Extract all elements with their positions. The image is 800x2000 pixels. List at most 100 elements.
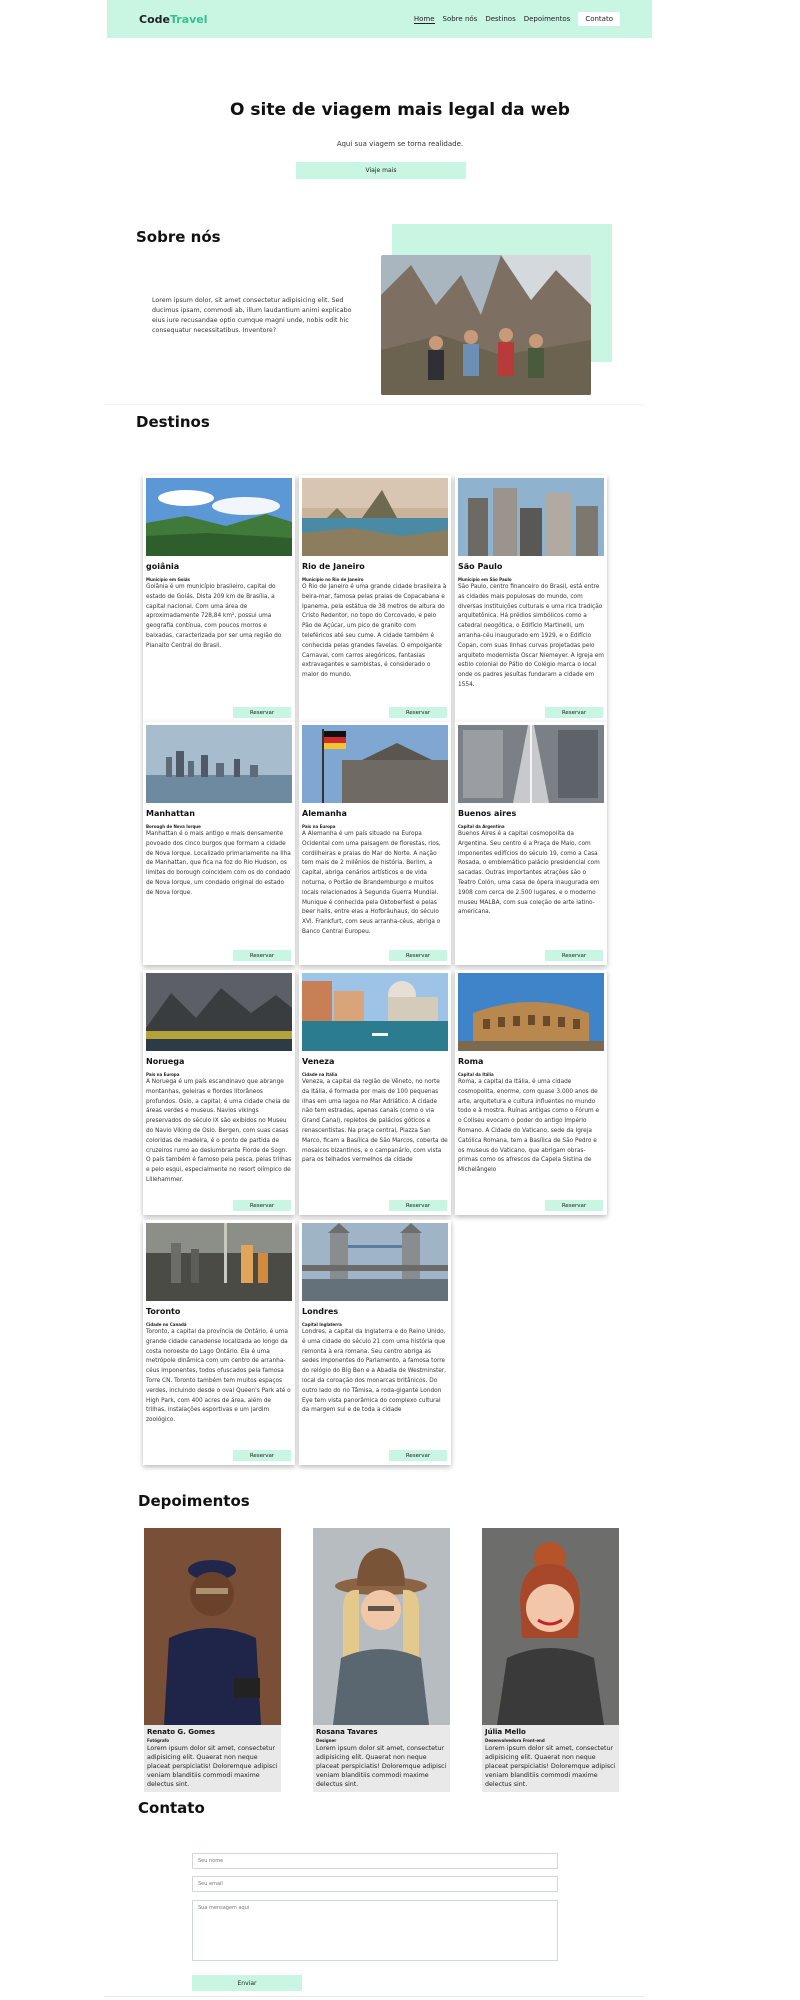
testimonial-role: Fotógrafo: [147, 1738, 170, 1743]
testimonial-name: Renato G. Gomes: [147, 1728, 216, 1736]
reserve-button[interactable]: Reservar: [389, 950, 447, 961]
reserve-button[interactable]: Reservar: [545, 950, 603, 961]
about-title: Sobre nós: [136, 228, 221, 246]
destination-description: Manhattan é o mais antigo e mais densame…: [146, 831, 291, 896]
reserve-button[interactable]: Reservar: [233, 950, 291, 961]
destination-subtitle: Cidade na Itália: [302, 1072, 338, 1077]
destination-card-veneza: Veneza Cidade na Itália Veneza, a capita…: [299, 970, 451, 1215]
testimonial-role: Designer: [316, 1738, 337, 1743]
reserve-button[interactable]: Reservar: [389, 1450, 447, 1461]
nav-link-home[interactable]: Home: [413, 15, 435, 24]
navbar: CodeTravel Home Sobre nós Destinos Depoi…: [107, 0, 652, 38]
testimonial-name: Júlia Mello: [485, 1728, 526, 1736]
about-text: Lorem ipsum dolor, sit amet consectetur …: [152, 297, 352, 334]
destination-card-buenos-aires: Buenos aires Capital da Argentina Buenos…: [455, 722, 607, 965]
destination-description: São Paulo, centro financeiro do Brasil, …: [458, 584, 604, 688]
nav-link-sobre[interactable]: Sobre nós: [443, 15, 478, 23]
name-field[interactable]: Seu nome: [192, 1853, 558, 1869]
testimonial-card: Renato G. Gomes Fotógrafo Lorem ipsum do…: [144, 1528, 281, 1792]
destination-card-goiania: goiânia Município em Goiás Goiânia é um …: [143, 475, 295, 722]
destination-subtitle: País na Europa: [302, 824, 336, 829]
testimonial-text: Lorem ipsum dolor sit amet, consectetur …: [147, 1745, 278, 1788]
reserve-button[interactable]: Reservar: [389, 1200, 447, 1211]
destination-subtitle: País na Europa: [146, 1072, 180, 1077]
destination-title: Buenos aires: [458, 809, 517, 818]
nav-links: Home Sobre nós Destinos Depoimentos Cont…: [413, 12, 620, 26]
destination-description: A Noruega é um país escandinavo que abra…: [146, 1079, 292, 1183]
destination-card-toronto: Toronto Cidade no Canadá Toronto, a capi…: [143, 1220, 295, 1465]
destination-title: Londres: [302, 1307, 339, 1316]
submit-button[interactable]: Enviar: [192, 1975, 302, 1991]
destination-description: Toronto, a capital da província de Ontár…: [146, 1329, 291, 1424]
destination-title: Manhattan: [146, 809, 195, 818]
destinations-title: Destinos: [136, 413, 210, 431]
reserve-button[interactable]: Reservar: [233, 1450, 291, 1461]
testimonial-card: Rosana Tavares Designer Lorem ipsum dolo…: [313, 1528, 450, 1792]
destination-description: Roma, a capital da Itália, é uma cidade …: [458, 1079, 600, 1174]
testimonial-text: Lorem ipsum dolor sit amet, consectetur …: [316, 1745, 447, 1788]
hero-subtitle: Aqui sua viagem se torna realidade.: [336, 140, 464, 148]
destination-image: [458, 725, 604, 803]
message-field[interactable]: Sua mensagem aqui: [192, 1900, 558, 1961]
destination-description: Londres, a capital da Inglaterra e do Re…: [302, 1329, 447, 1414]
destination-image: [146, 725, 292, 803]
footer-divider: [104, 1996, 644, 1997]
testimonial-text: Lorem ipsum dolor sit amet, consectetur …: [485, 1745, 616, 1788]
destination-description: Buenos Aires é a capital cosmopolita da …: [458, 831, 600, 916]
hero-title: O site de viagem mais legal da web: [230, 100, 570, 120]
destination-image: [302, 1223, 448, 1301]
destination-subtitle: Município em São Paulo: [458, 577, 512, 582]
contact-title: Contato: [138, 1799, 205, 1817]
testimonials-title: Depoimentos: [138, 1492, 250, 1510]
destination-subtitle: Cidade no Canadá: [146, 1322, 187, 1327]
logo[interactable]: CodeTravel: [139, 13, 208, 26]
destination-card-londres: Londres Capital Inglaterra Londres, a ca…: [299, 1220, 451, 1465]
destination-card-sao-paulo: São Paulo Município em São Paulo São Pau…: [455, 475, 607, 722]
destination-image: [302, 725, 448, 803]
about-photo: [381, 255, 591, 395]
reserve-button[interactable]: Reservar: [389, 707, 447, 718]
testimonial-card: Júlia Mello Desenvolvedora Front-end Lor…: [482, 1528, 619, 1792]
reserve-button[interactable]: Reservar: [233, 707, 291, 718]
destination-card-manhattan: Manhattan Borough de Nova Iorque Manhatt…: [143, 722, 295, 965]
hero-button[interactable]: Viaje mais: [296, 162, 466, 179]
destination-title: Roma: [458, 1057, 484, 1066]
destination-title: Veneza: [302, 1057, 335, 1066]
testimonial-role: Desenvolvedora Front-end: [485, 1738, 545, 1743]
reserve-button[interactable]: Reservar: [545, 707, 603, 718]
section-divider: [104, 404, 644, 405]
logo-main: Code: [139, 12, 170, 26]
destination-image: [146, 1223, 292, 1301]
destination-title: São Paulo: [458, 562, 503, 571]
destination-card-noruega: Noruega País na Europa A Noruega é um pa…: [143, 970, 295, 1215]
reserve-button[interactable]: Reservar: [233, 1200, 291, 1211]
destination-title: Toronto: [146, 1307, 181, 1316]
destination-card-alemanha: Alemanha País na Europa A Alemanha é um …: [299, 722, 451, 965]
nav-link-depoimentos[interactable]: Depoimentos: [524, 15, 571, 23]
destination-description: A Alemanha é um país situado na Europa O…: [302, 831, 441, 935]
logo-accent: Travel: [169, 12, 208, 26]
destination-description: Veneza, a capital da região de Vêneto, n…: [302, 1079, 448, 1164]
reserve-button[interactable]: Reservar: [545, 1200, 603, 1211]
nav-link-destinos[interactable]: Destinos: [485, 15, 515, 23]
destination-title: Alemanha: [302, 809, 347, 818]
destination-title: Noruega: [146, 1057, 185, 1066]
destination-card-roma: Roma Capital da Itália Roma, a capital d…: [455, 970, 607, 1215]
destination-description: O Rio de Janeiro é uma grande cidade bra…: [302, 584, 447, 679]
destination-card-rio: Rio de Janeiro Município no Rio de Janei…: [299, 475, 451, 722]
email-field[interactable]: Seu email: [192, 1876, 558, 1892]
testimonial-photo: [144, 1528, 281, 1725]
destination-image: [458, 478, 604, 556]
destination-image: [302, 478, 448, 556]
destination-title: goiânia: [146, 562, 180, 571]
destination-subtitle: Borough de Nova Iorque: [146, 824, 201, 829]
testimonial-photo: [482, 1528, 619, 1725]
testimonial-name: Rosana Tavares: [316, 1728, 378, 1736]
destination-subtitle: Capital Inglaterra: [302, 1322, 342, 1327]
testimonial-photo: [313, 1528, 450, 1725]
destination-description: Goiânia é um município brasileiro, capit…: [146, 584, 282, 649]
destination-image: [146, 973, 292, 1051]
nav-contact-button[interactable]: Contato: [578, 12, 620, 26]
destination-subtitle: Capital da Argentina: [458, 824, 505, 829]
destination-subtitle: Município em Goiás: [146, 577, 190, 582]
